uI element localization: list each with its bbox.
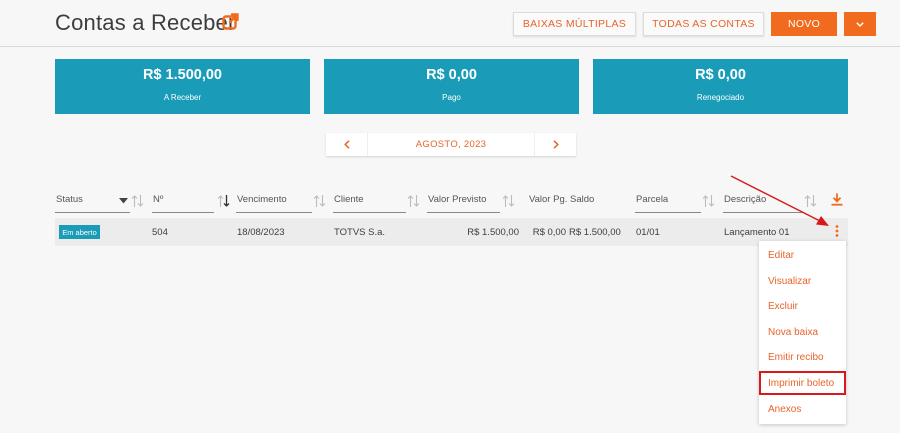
summary-card-renegociado: R$ 0,00 Renegociado [593, 59, 848, 114]
status-badge: Em aberto [59, 225, 100, 239]
column-vencimento-label: Vencimento [237, 194, 287, 205]
next-month-button[interactable] [534, 133, 576, 156]
page-title: Contas a Receber [55, 10, 236, 35]
cell-valor-previsto: R$ 1.500,00 [467, 227, 519, 238]
menu-item-excluir[interactable]: Excluir [759, 294, 846, 318]
column-status-label: Status [56, 194, 83, 205]
cell-descricao: Lançamento 01 [724, 227, 790, 238]
column-numero[interactable]: Nº [152, 193, 214, 213]
previous-month-button[interactable] [326, 133, 368, 156]
sort-icon[interactable] [131, 194, 144, 208]
summary-label: Pago [442, 93, 461, 102]
external-link-icon[interactable] [222, 13, 239, 30]
sort-icon[interactable] [502, 194, 515, 208]
novo-options-button[interactable] [844, 12, 876, 36]
month-label: AGOSTO, 2023 [415, 139, 487, 150]
summary-card-pago: R$ 0,00 Pago [324, 59, 579, 114]
column-cliente[interactable]: Cliente [333, 193, 406, 213]
column-numero-label: Nº [153, 194, 164, 205]
summary-label: Renegociado [696, 93, 745, 102]
summary-value: R$ 0,00 [695, 67, 746, 83]
menu-item-visualizar[interactable]: Visualizar [759, 269, 846, 293]
column-saldo-label: Saldo [570, 194, 595, 205]
summary-card-a-receber: R$ 1.500,00 A Receber [55, 59, 310, 114]
sort-icon[interactable] [702, 194, 715, 208]
novo-button[interactable]: NOVO [771, 12, 837, 36]
chevron-right-icon [552, 140, 559, 149]
row-actions-menu: Editar Visualizar Excluir Nova baixa Emi… [759, 241, 846, 424]
column-parcela[interactable]: Parcela [635, 193, 701, 213]
page-header: Contas a Receber BAIXAS MÚLTIPLAS TODAS … [0, 0, 900, 47]
cell-vencimento: 18/08/2023 [237, 227, 285, 238]
todas-as-contas-label: TODAS AS CONTAS [652, 18, 755, 30]
column-valor-previsto-label: Valor Previsto [428, 194, 487, 205]
menu-item-emitir-recibo[interactable]: Emitir recibo [759, 345, 846, 369]
column-valor-pago[interactable]: Valor Pg. [528, 193, 568, 213]
column-valor-previsto[interactable]: Valor Previsto [427, 193, 500, 213]
summary-label: A Receber [163, 93, 202, 102]
sort-icon[interactable] [313, 194, 326, 208]
summary-value: R$ 0,00 [426, 67, 477, 83]
menu-item-editar[interactable]: Editar [759, 243, 846, 267]
column-cliente-label: Cliente [334, 194, 364, 205]
column-vencimento[interactable]: Vencimento [236, 193, 312, 213]
column-saldo[interactable]: Saldo [569, 193, 619, 213]
menu-item-imprimir-boleto[interactable]: Imprimir boleto [759, 371, 846, 395]
baixas-multiplas-label: BAIXAS MÚLTIPLAS [522, 18, 627, 30]
sort-icon-active[interactable] [217, 194, 230, 208]
todas-as-contas-button[interactable]: TODAS AS CONTAS [643, 12, 764, 36]
cell-numero: 504 [152, 227, 168, 238]
month-selector: AGOSTO, 2023 [326, 133, 576, 156]
sort-icon[interactable] [804, 194, 817, 208]
cell-parcela: 01/01 [636, 227, 660, 238]
column-descricao-label: Descrição [724, 194, 767, 205]
download-icon[interactable] [831, 193, 843, 206]
menu-item-nova-baixa[interactable]: Nova baixa [759, 320, 846, 344]
column-descricao[interactable]: Descrição [723, 193, 802, 213]
column-parcela-label: Parcela [636, 194, 669, 205]
column-valor-pago-label: Valor Pg. [529, 194, 568, 205]
sort-icon[interactable] [407, 194, 420, 208]
caret-down-icon[interactable] [119, 198, 128, 204]
cell-valor-pago: R$ 0,00 [532, 227, 566, 238]
menu-item-anexos[interactable]: Anexos [759, 397, 846, 421]
chevron-down-icon [856, 21, 864, 27]
chevron-left-icon [343, 140, 350, 149]
novo-label: NOVO [787, 18, 821, 30]
kebab-menu-icon[interactable] [833, 224, 841, 238]
cell-cliente: TOTVS S.a. [334, 227, 386, 238]
summary-value: R$ 1.500,00 [142, 67, 222, 83]
cell-saldo: R$ 1.500,00 [569, 227, 621, 238]
baixas-multiplas-button[interactable]: BAIXAS MÚLTIPLAS [513, 12, 636, 36]
